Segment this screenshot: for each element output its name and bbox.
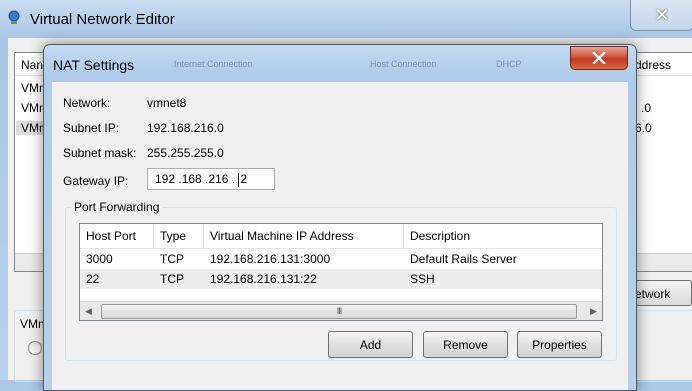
scrollbar-thumb[interactable]: III — [101, 304, 577, 319]
subnet-ip-label: Subnet IP: — [63, 121, 120, 135]
port-forwarding-list-header: Host Port Type Virtual Machine IP Addres… — [80, 224, 602, 249]
col-host-port[interactable]: Host Port — [80, 224, 154, 248]
bg-close-button[interactable]: ✕ — [630, 0, 692, 31]
ghost-header: Host Connection — [370, 59, 437, 69]
scrollbar-grip: III — [336, 306, 342, 316]
remove-button[interactable]: Remove — [423, 331, 508, 358]
col-type[interactable]: Type — [154, 224, 204, 248]
bg-col-name[interactable]: Nan — [21, 58, 43, 72]
cell-vm-ip: 192.168.216.131:3000 — [210, 252, 331, 266]
bg-list-row[interactable]: VMn — [21, 81, 46, 95]
horizontal-scrollbar[interactable]: ◀ III ▶ — [80, 301, 602, 320]
nat-settings-dialog: NAT Settings Internet Connection Host Co… — [43, 44, 637, 391]
bg-title-bar: Virtual Network Editor ✕ — [0, 0, 692, 38]
cell-host-port: 22 — [86, 272, 100, 286]
col-description[interactable]: Description — [404, 224, 602, 248]
bg-radio-button[interactable] — [28, 341, 42, 355]
col-vm-ip-address[interactable]: Virtual Machine IP Address — [204, 224, 404, 248]
dialog-title: NAT Settings — [53, 57, 135, 73]
gateway-ip-last-octet: 2 — [240, 172, 248, 186]
scroll-left-arrow-icon[interactable]: ◀ — [80, 302, 97, 320]
close-icon — [592, 52, 606, 64]
table-row[interactable]: 22 TCP 192.168.216.131:22 SSH — [80, 269, 602, 289]
bg-list-row-tail: 6.0 — [635, 121, 652, 135]
cell-host-port: 3000 — [86, 252, 113, 266]
cell-vm-ip: 192.168.216.131:22 — [210, 272, 317, 286]
bg-window-title: Virtual Network Editor — [30, 11, 175, 28]
bg-list-row[interactable]: VMn — [21, 101, 46, 115]
cell-type: TCP — [160, 252, 184, 266]
add-button[interactable]: Add — [328, 331, 413, 358]
ghost-header: Internet Connection — [174, 59, 253, 69]
bg-list-row-tail: .0 — [641, 101, 652, 115]
properties-button[interactable]: Properties — [517, 331, 602, 358]
bg-col-address[interactable]: ddress — [635, 58, 671, 72]
cell-description: SSH — [410, 272, 435, 286]
table-row[interactable]: 3000 TCP 192.168.216.131:3000 Default Ra… — [80, 249, 602, 269]
cell-type: TCP — [160, 272, 184, 286]
subnet-mask-label: Subnet mask: — [63, 146, 137, 160]
port-forwarding-legend: Port Forwarding — [71, 200, 163, 214]
gateway-ip-input[interactable]: 192 .168 .216 . 2 — [147, 168, 275, 190]
scroll-right-arrow-icon[interactable]: ▶ — [585, 302, 602, 320]
bg-group-label: VMn — [20, 317, 45, 331]
dialog-close-button[interactable] — [570, 46, 628, 70]
network-label: Network: — [63, 96, 111, 110]
cell-description: Default Rails Server — [410, 252, 517, 266]
close-icon: ✕ — [654, 4, 670, 25]
network-globe-icon — [8, 10, 20, 24]
port-forwarding-list[interactable]: Host Port Type Virtual Machine IP Addres… — [79, 223, 603, 321]
gateway-ip-prefix: 192 .168 .216 . — [155, 172, 239, 186]
bg-add-network-button[interactable]: etwork — [630, 280, 692, 306]
gateway-ip-label: Gateway IP: — [63, 174, 129, 188]
subnet-mask-value: 255.255.255.0 — [147, 146, 224, 160]
network-value: vmnet8 — [147, 96, 187, 110]
dialog-client-area: Network: vmnet8 Subnet IP: 192.168.216.0… — [52, 82, 628, 390]
subnet-ip-value: 192.168.216.0 — [147, 121, 224, 135]
ghost-header: DHCP — [496, 59, 522, 69]
